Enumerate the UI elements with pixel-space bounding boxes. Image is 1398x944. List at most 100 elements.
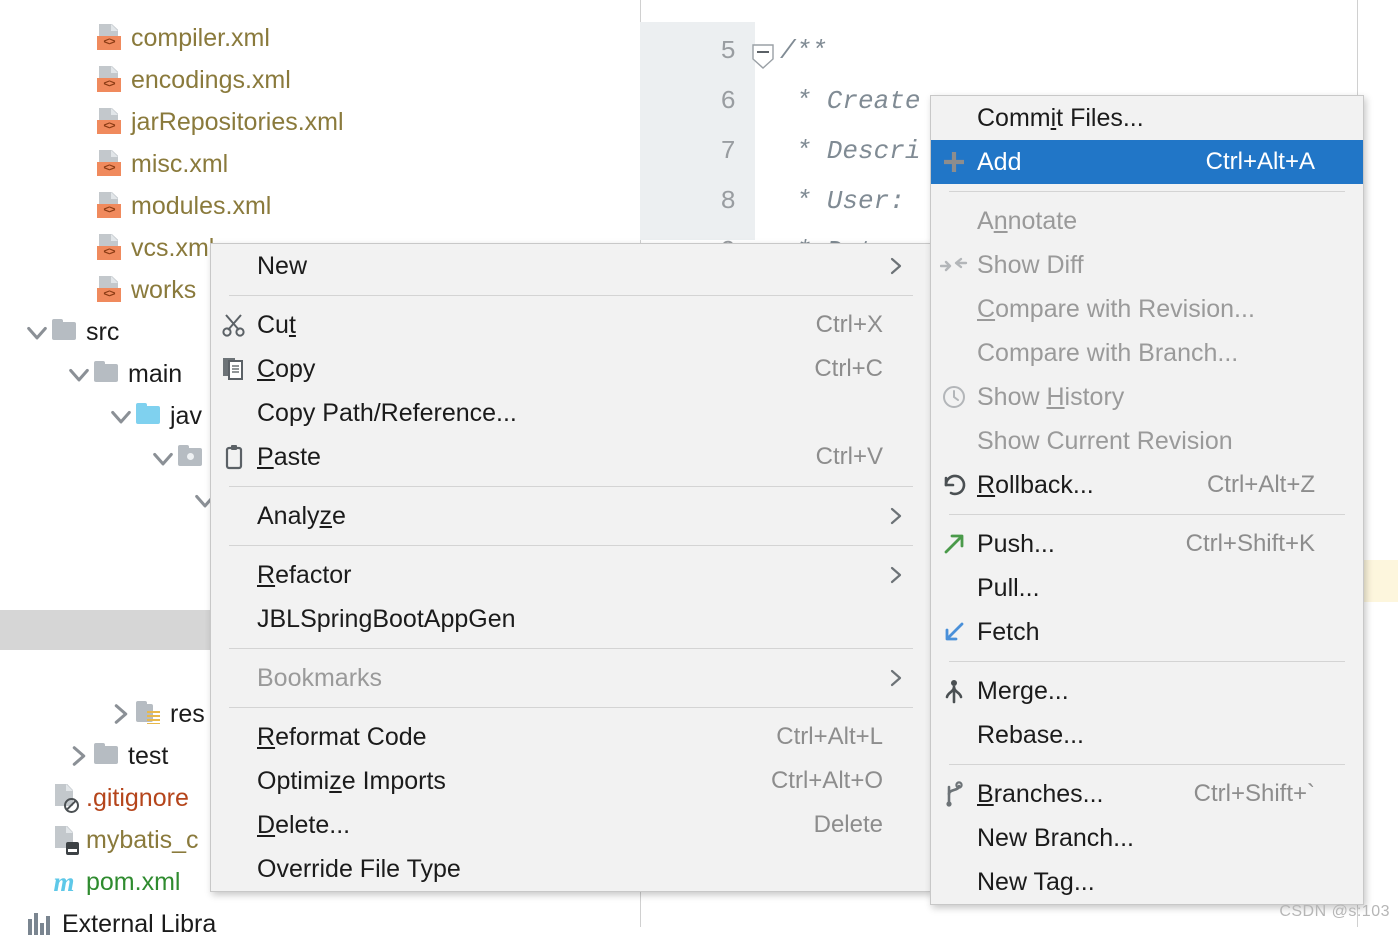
menu-item-analyze[interactable]: Analyze (211, 494, 931, 538)
menu-item-refactor[interactable]: Refactor (211, 553, 931, 597)
tree-item-label: src (86, 318, 120, 346)
tree-item-src[interactable]: src (0, 312, 119, 352)
tree-item-misc-xml[interactable]: <> misc.xml (0, 144, 228, 184)
tree-item-label: pom.xml (86, 868, 181, 896)
menu-separator (949, 764, 1345, 765)
scissors-icon (211, 312, 257, 338)
package-folder-icon (176, 443, 204, 473)
menu-item-label: Override File Type (257, 854, 461, 883)
menu-item-label: Rebase... (977, 720, 1085, 749)
menu-item-label: New Branch... (977, 823, 1135, 852)
menu-item-shortcut: Ctrl+C (814, 355, 883, 382)
git-item-pull[interactable]: Pull... (931, 566, 1363, 610)
resources-folder-icon (134, 699, 162, 729)
tree-item-test[interactable]: test (0, 736, 168, 776)
menu-item-jblspringbootappgen[interactable]: JBLSpringBootAppGen (211, 597, 931, 641)
git-item-rebase[interactable]: Rebase... (931, 713, 1363, 757)
menu-item-label: Bookmarks (257, 663, 383, 692)
tree-chevron-placeholder (24, 869, 50, 895)
git-item-commit-files[interactable]: Commit Files... (931, 96, 1363, 140)
tree-item-external-libra[interactable]: External Libra (0, 904, 216, 944)
tree-chevron-right-icon[interactable] (108, 701, 134, 727)
folder-icon (50, 317, 78, 347)
tree-item-jarrepositories-xml[interactable]: <> jarRepositories.xml (0, 102, 344, 142)
menu-item-optimize-imports[interactable]: Optimize Imports Ctrl+Alt+O (211, 759, 931, 803)
git-item-merge[interactable]: Merge... (931, 669, 1363, 713)
tree-item-label: mybatis_c (86, 826, 199, 854)
folder-icon (92, 741, 120, 771)
xml-file-icon: <> (95, 233, 123, 263)
menu-item-shortcut: Ctrl+Shift+` (1193, 780, 1315, 807)
tree-item-compiler-xml[interactable]: <> compiler.xml (0, 18, 270, 58)
editor-line-number: 7 (720, 136, 736, 166)
code-fold-icon[interactable] (752, 44, 774, 70)
menu-item-reformat-code[interactable]: Reformat Code Ctrl+Alt+L (211, 715, 931, 759)
menu-item-paste[interactable]: Paste Ctrl+V (211, 435, 931, 479)
git-item-add[interactable]: Add Ctrl+Alt+A (931, 140, 1363, 184)
plus-icon (931, 149, 977, 175)
menu-separator (229, 545, 913, 546)
git-item-show-diff: Show Diff (931, 243, 1363, 287)
tree-item-res[interactable]: res (0, 694, 205, 734)
tree-chevron-placeholder (69, 193, 95, 219)
git-item-branches[interactable]: Branches... Ctrl+Shift+` (931, 772, 1363, 816)
xml-file-icon: <> (95, 275, 123, 305)
menu-item-delete[interactable]: Delete... Delete (211, 803, 931, 847)
fetch-arrow-icon (931, 619, 977, 645)
menu-item-copy-path-reference[interactable]: Copy Path/Reference... (211, 391, 931, 435)
tree-chevron-down-icon[interactable] (108, 403, 134, 429)
menu-item-label: Optimize Imports (257, 766, 446, 795)
menu-item-shortcut: Ctrl+Alt+L (776, 723, 883, 750)
git-item-annotate: Annotate (931, 199, 1363, 243)
git-item-rollback[interactable]: Rollback... Ctrl+Alt+Z (931, 463, 1363, 507)
tree-item-label: modules.xml (131, 192, 272, 220)
xml-file-icon: <> (95, 149, 123, 179)
menu-item-label: Analyze (257, 501, 346, 530)
tree-item-pom-xml[interactable]: m pom.xml (0, 862, 180, 902)
tree-chevron-down-icon[interactable] (66, 361, 92, 387)
tree-item-works[interactable]: <> works (0, 270, 196, 310)
menu-item-label: Paste (257, 442, 321, 471)
menu-item-copy[interactable]: Copy Ctrl+C (211, 347, 931, 391)
menu-item-shortcut: Ctrl+Alt+A (1205, 148, 1315, 175)
menu-item-label: Branches... (977, 779, 1104, 808)
menu-item-label: Rollback... (977, 470, 1094, 499)
tree-item-modules-xml[interactable]: <> modules.xml (0, 186, 271, 226)
ignored-file-icon (50, 783, 79, 813)
tree-item-label: External Libra (62, 910, 217, 938)
tree-item-label: misc.xml (131, 150, 229, 178)
folder-icon (92, 359, 120, 389)
menu-item-override-file-type[interactable]: Override File Type (211, 847, 931, 891)
tree-chevron-down-icon[interactable] (24, 319, 50, 345)
clock-icon (931, 384, 977, 410)
menu-item-new[interactable]: New (211, 244, 931, 288)
git-item-new-tag[interactable]: New Tag... (931, 860, 1363, 904)
menu-item-shortcut: Ctrl+Alt+Z (1206, 471, 1315, 498)
menu-item-label: Merge... (977, 676, 1069, 705)
git-submenu[interactable]: Commit Files... Add Ctrl+Alt+A Annotate Show… (930, 95, 1364, 905)
editor-line-number: 8 (720, 186, 736, 216)
project-context-menu[interactable]: New Cut Ctrl+X Copy Ctrl+C Copy Path/Referenc… (210, 243, 932, 892)
git-item-fetch[interactable]: Fetch (931, 610, 1363, 654)
tree-item-label: main (128, 360, 183, 388)
tree-item-jav[interactable]: jav (0, 396, 202, 436)
chevron-right-icon (883, 256, 909, 276)
xml-file-icon: <> (95, 107, 123, 137)
tree-chevron-right-icon[interactable] (66, 743, 92, 769)
menu-separator (229, 648, 913, 649)
git-item-push[interactable]: Push... Ctrl+Shift+K (931, 522, 1363, 566)
tree-item-gitignore[interactable]: .gitignore (0, 778, 189, 818)
menu-item-cut[interactable]: Cut Ctrl+X (211, 303, 931, 347)
tree-item-main[interactable]: main (0, 354, 182, 394)
menu-item-label: Fetch (977, 617, 1040, 646)
git-item-new-branch[interactable]: New Branch... (931, 816, 1363, 860)
menu-item-label: Compare with Branch... (977, 338, 1239, 367)
tree-item-vcs-xml[interactable]: <> vcs.xml (0, 228, 214, 268)
tree-item-label: jav (170, 402, 202, 430)
menu-item-label: New Tag... (977, 867, 1095, 896)
tree-item-mybatis-c[interactable]: mybatis_c (0, 820, 199, 860)
menu-item-shortcut: Delete (813, 811, 883, 838)
tree-item[interactable] (0, 438, 212, 478)
tree-item-encodings-xml[interactable]: <> encodings.xml (0, 60, 291, 100)
tree-chevron-down-icon[interactable] (150, 445, 176, 471)
